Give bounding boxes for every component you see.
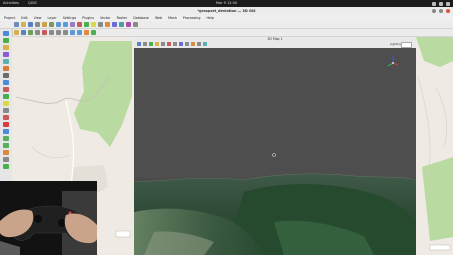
toggle-editing-icon[interactable]: [14, 30, 19, 35]
pan-icon[interactable]: [49, 22, 54, 27]
webcam-overlay: [0, 181, 97, 255]
copy-icon[interactable]: [56, 30, 61, 35]
osm-basemap-right: [416, 37, 453, 255]
open-project-icon[interactable]: [21, 22, 26, 27]
terrain-surface: [134, 173, 416, 255]
map-3d-view[interactable]: 3D Map 1 Lighting: [134, 37, 416, 255]
add-mesh-layer-icon[interactable]: [3, 66, 9, 71]
vertex-tool-icon[interactable]: [35, 30, 40, 35]
camera-control-icon[interactable]: [137, 42, 141, 46]
new-temp-layer-icon[interactable]: [3, 108, 9, 113]
gnome-top-bar: Activities QGIS Mar 9 12:00: [0, 0, 453, 7]
close-button[interactable]: [446, 9, 450, 13]
scale-bar: [115, 230, 131, 238]
webcam-feed: [0, 181, 97, 255]
sky-background: [134, 48, 416, 178]
add-feature-icon[interactable]: [28, 30, 33, 35]
new-geopackage-icon[interactable]: [3, 101, 9, 106]
window-controls: [432, 9, 450, 13]
new-project-icon[interactable]: [14, 22, 19, 27]
map-canvas-2d-secondary[interactable]: [416, 37, 453, 255]
window-title: *grosport_deviation — 3D GIS: [197, 9, 256, 13]
add-raster-layer-icon[interactable]: [3, 38, 9, 43]
add-wfs-layer-icon[interactable]: [3, 80, 9, 85]
delete-feature-icon[interactable]: [42, 30, 47, 35]
processing-toolbox-icon[interactable]: [119, 22, 124, 27]
edit-toolbar: [0, 29, 453, 37]
add-xyz-layer-icon[interactable]: [3, 136, 9, 141]
add-oracle-layer-icon[interactable]: [3, 150, 9, 155]
save-edits-icon[interactable]: [21, 30, 26, 35]
settings-3d-icon[interactable]: [185, 42, 189, 46]
add-vector-tile-icon[interactable]: [3, 129, 9, 134]
minimize-button[interactable]: [432, 9, 436, 13]
sync-view-icon[interactable]: [203, 42, 207, 46]
add-arcgis-layer-icon[interactable]: [3, 143, 9, 148]
map-theme-icon[interactable]: [197, 42, 201, 46]
power-icon: [446, 1, 450, 6]
main-toolbar: [0, 21, 453, 29]
new-shapefile-icon[interactable]: [3, 94, 9, 99]
lighting-icon[interactable]: [191, 42, 195, 46]
add-virtual-layer-icon[interactable]: [3, 87, 9, 92]
animation-icon[interactable]: [161, 42, 165, 46]
measure-3d-icon[interactable]: [155, 42, 159, 46]
add-point-cloud-icon[interactable]: [3, 122, 9, 127]
identify-icon[interactable]: [84, 22, 89, 27]
axis-gizmo-icon: [387, 55, 399, 67]
paste-icon[interactable]: [63, 30, 68, 35]
plugin-icon[interactable]: [126, 22, 131, 27]
camera-icon[interactable]: [179, 42, 183, 46]
system-tray[interactable]: [432, 0, 450, 6]
add-mssql-layer-icon[interactable]: [3, 157, 9, 162]
label-icon[interactable]: [84, 30, 89, 35]
add-vector-layer-icon[interactable]: [3, 31, 9, 36]
add-postgis-layer-icon[interactable]: [3, 59, 9, 64]
refresh-icon[interactable]: [77, 22, 82, 27]
zoom-full-3d-icon[interactable]: [143, 42, 147, 46]
cut-icon[interactable]: [49, 30, 54, 35]
volume-icon: [439, 1, 443, 6]
network-icon: [432, 1, 436, 6]
add-spatialite-layer-icon[interactable]: [3, 73, 9, 78]
zoom-full-icon[interactable]: [70, 22, 75, 27]
add-wms-layer-icon[interactable]: [3, 52, 9, 57]
mouse-cursor-icon: [272, 153, 276, 157]
save-project-icon[interactable]: [28, 22, 33, 27]
undo-icon[interactable]: [70, 30, 75, 35]
identify-3d-icon[interactable]: [149, 42, 153, 46]
print-layout-icon[interactable]: [35, 22, 40, 27]
maximize-button[interactable]: [439, 9, 443, 13]
layout-manager-icon[interactable]: [42, 22, 47, 27]
view3d-title: 3D Map 1: [267, 37, 283, 41]
annotation-icon[interactable]: [105, 22, 110, 27]
add-csv-layer-icon[interactable]: [3, 45, 9, 50]
zoom-out-icon[interactable]: [63, 22, 68, 27]
add-db2-layer-icon[interactable]: [3, 164, 9, 169]
clock[interactable]: Mar 9 12:00: [0, 0, 453, 7]
status-bar: [429, 244, 451, 251]
settings-icon[interactable]: [133, 22, 138, 27]
export-scene-icon[interactable]: [167, 42, 171, 46]
options-3d-icon[interactable]: [173, 42, 177, 46]
zoom-in-icon[interactable]: [56, 22, 61, 27]
python-console-icon[interactable]: [112, 22, 117, 27]
redo-icon[interactable]: [77, 30, 82, 35]
measure-icon[interactable]: [98, 22, 103, 27]
digitize-icon[interactable]: [91, 30, 96, 35]
select-icon[interactable]: [91, 22, 96, 27]
add-delimited-text-icon[interactable]: [3, 115, 9, 120]
